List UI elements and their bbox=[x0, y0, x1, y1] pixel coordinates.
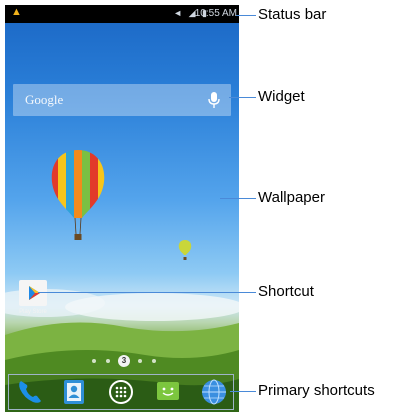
primary-shortcuts-label: Primary shortcuts bbox=[258, 382, 375, 399]
hot-air-balloon bbox=[51, 150, 105, 240]
status-bar[interactable]: ▲ ◄ ◢ ▮ 10:55 AM bbox=[5, 5, 239, 23]
browser-icon[interactable] bbox=[199, 377, 229, 407]
status-bar-label: Status bar bbox=[258, 6, 327, 23]
small-balloon bbox=[178, 240, 192, 260]
shortcut-label-callout: Shortcut bbox=[258, 283, 314, 300]
search-label: Google bbox=[25, 92, 64, 107]
primary-shortcuts-callout-line bbox=[230, 391, 256, 392]
warning-icon: ▲ bbox=[11, 6, 22, 18]
page-dot[interactable] bbox=[106, 359, 110, 363]
phone-icon[interactable] bbox=[15, 377, 45, 407]
contacts-icon[interactable] bbox=[59, 377, 89, 407]
page-dot[interactable] bbox=[92, 359, 96, 363]
shortcut-callout-line bbox=[38, 292, 256, 293]
wallpaper-label: Wallpaper bbox=[258, 189, 325, 206]
clock: 10:55 AM bbox=[194, 8, 237, 19]
messaging-icon[interactable] bbox=[153, 377, 183, 407]
google-search-widget[interactable]: Google bbox=[13, 84, 231, 116]
microphone-icon[interactable] bbox=[207, 92, 221, 108]
wallpaper-callout-line bbox=[220, 198, 256, 199]
widget-label: Widget bbox=[258, 88, 305, 105]
widget-callout-line bbox=[229, 97, 256, 98]
page-dot[interactable] bbox=[138, 359, 142, 363]
shortcut-label: Play Store bbox=[19, 309, 47, 315]
current-page-dot[interactable]: 3 bbox=[118, 355, 130, 367]
phone-screen: ▲ ◄ ◢ ▮ 10:55 AM Google Play Store 3 bbox=[5, 5, 239, 412]
primary-shortcuts-dock bbox=[8, 374, 234, 410]
page-dot[interactable] bbox=[152, 359, 156, 363]
page-indicator[interactable]: 3 bbox=[90, 355, 170, 367]
play-store-shortcut[interactable]: Play Store bbox=[14, 280, 52, 315]
apps-icon[interactable] bbox=[106, 377, 136, 407]
status-bar-callout-line bbox=[236, 15, 256, 16]
play-store-icon bbox=[19, 280, 47, 306]
